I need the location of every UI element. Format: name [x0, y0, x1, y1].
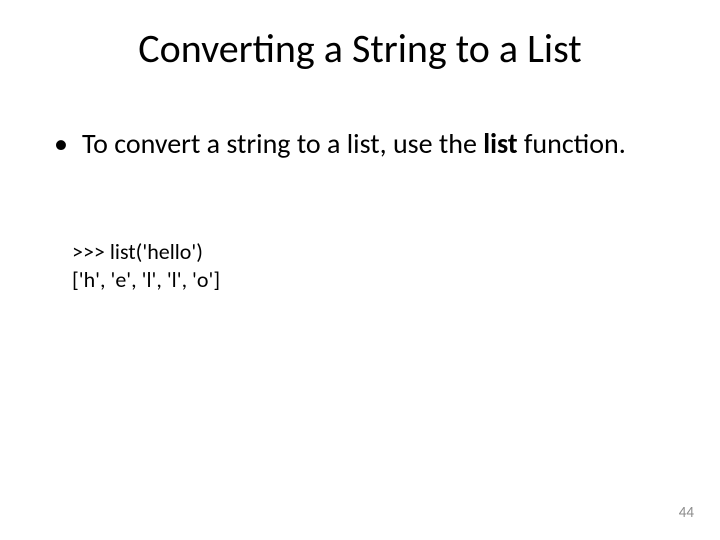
bullet-item: To convert a string to a list, use the l… — [48, 128, 660, 160]
slide-title: Converting a String to a List — [0, 24, 720, 73]
page-number: 44 — [679, 504, 694, 522]
bullet-list: To convert a string to a list, use the l… — [48, 128, 660, 160]
bullet-text-suffix: function. — [518, 126, 626, 161]
slide-body: To convert a string to a list, use the l… — [48, 128, 660, 172]
code-line-1: >>> list('hello') — [72, 238, 220, 266]
slide: Converting a String to a List To convert… — [0, 0, 720, 540]
bullet-text-prefix: To convert a string to a list, use the — [82, 126, 483, 161]
code-example: >>> list('hello') ['h', 'e', 'l', 'l', '… — [72, 238, 220, 293]
bullet-text-bold: list — [483, 126, 517, 161]
code-line-2: ['h', 'e', 'l', 'l', 'o'] — [72, 266, 220, 294]
